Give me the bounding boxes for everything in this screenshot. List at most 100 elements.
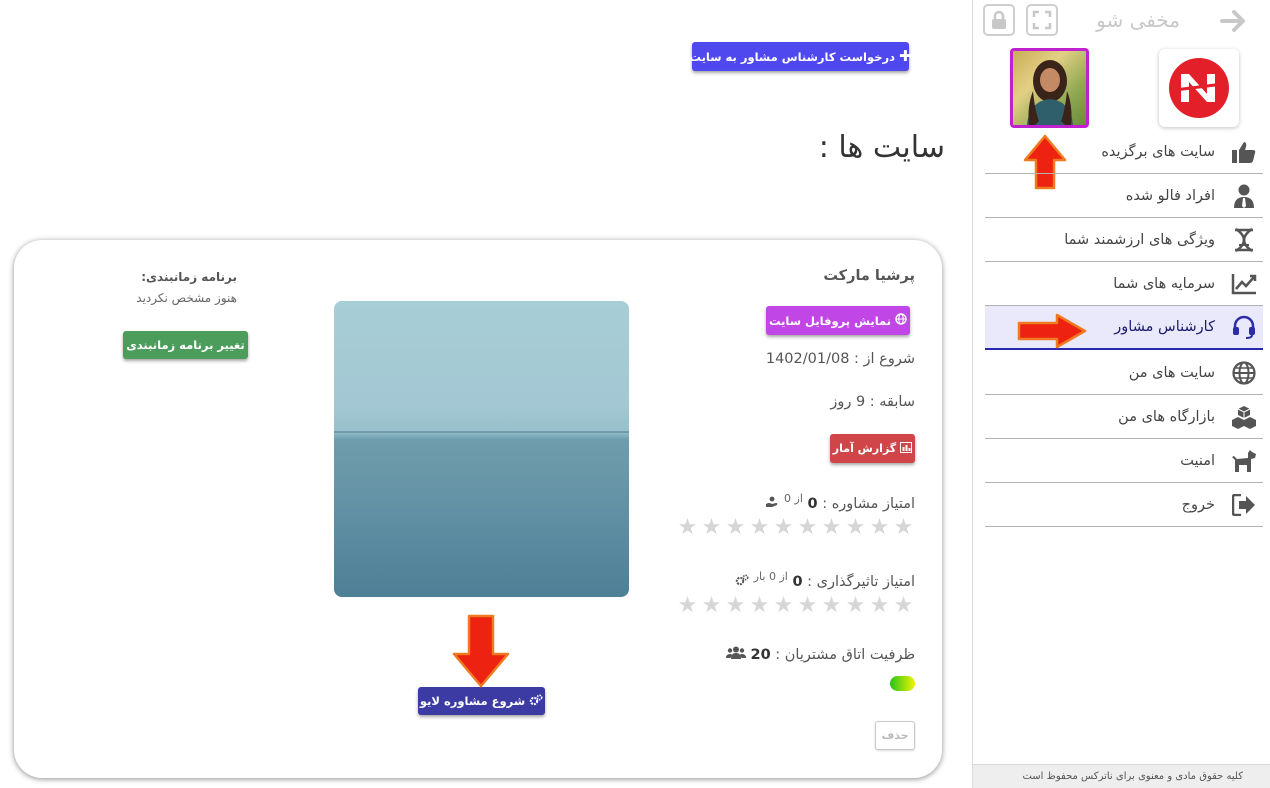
sidebar-item-label: ویژگی های ارزشمند شما: [1064, 231, 1215, 248]
brand-logo[interactable]: [1159, 49, 1239, 127]
sidebar-item-label: کارشناس مشاور: [1114, 319, 1215, 335]
sidebar-item-your-investments[interactable]: سرمایه های شما: [985, 262, 1263, 306]
online-status-indicator: [890, 676, 915, 691]
sidebar-item-label: امنیت: [1180, 452, 1215, 469]
capacity-value: 20: [750, 647, 771, 663]
sidebar-item-favorite-sites[interactable]: سایت های برگزیده: [985, 130, 1263, 174]
star-icon[interactable]: ★: [700, 517, 723, 539]
star-icon[interactable]: ★: [820, 595, 843, 617]
chart-line-icon: [1231, 271, 1257, 297]
star-icon[interactable]: ★: [724, 517, 747, 539]
star-icon[interactable]: ★: [676, 517, 699, 539]
chart-area-icon: [900, 441, 913, 456]
stats-report-button[interactable]: گزارش آمار: [830, 434, 915, 463]
consult-rating-stars[interactable]: ★ ★ ★ ★ ★ ★ ★ ★ ★ ★: [676, 517, 915, 539]
star-icon[interactable]: ★: [772, 517, 795, 539]
arrow-right-icon[interactable]: [1220, 7, 1248, 35]
annotation-arrow-right-icon: [1017, 313, 1087, 349]
star-icon[interactable]: ★: [844, 517, 867, 539]
tenure-row: سابقه : 9 روز: [830, 394, 915, 410]
natrex-logo-icon: [1169, 58, 1229, 118]
star-icon[interactable]: ★: [724, 595, 747, 617]
impact-score-value: 0: [792, 573, 803, 590]
schedule-value: هنوز مشخص نکردید: [136, 291, 237, 305]
show-profile-button[interactable]: نمایش پروفایل سایت: [766, 306, 910, 335]
sidebar-item-label: افراد فالو شده: [1125, 187, 1215, 204]
consult-score-row: امتیاز مشاوره : 0 از 0: [765, 492, 915, 512]
main-content: درخواست کارشناس مشاور به سایت ✚ سایت ها …: [0, 0, 972, 788]
sidebar-item-valuable-features[interactable]: ویژگی های ارزشمند شما: [985, 218, 1263, 262]
site-name: پرشیا مارکت: [823, 268, 915, 284]
sidebar-item-my-sites[interactable]: سایت های من: [985, 351, 1263, 395]
sidebar-item-followed-people[interactable]: افراد فالو شده: [985, 174, 1263, 218]
star-icon[interactable]: ★: [748, 517, 771, 539]
annotation-arrow-down-icon: [452, 614, 510, 688]
sidebar-item-security[interactable]: امنیت: [985, 439, 1263, 483]
stats-report-label: گزارش آمار: [832, 442, 897, 455]
sidebar-item-label: خروج: [1181, 496, 1215, 513]
profile-photo: [1027, 60, 1073, 125]
dna-icon: [1231, 227, 1257, 253]
site-card: پرشیا مارکت نمایش پروفایل سایت شروع از :…: [14, 240, 942, 778]
tenure-value: 9 روز: [830, 394, 866, 410]
user-tie-icon: [1231, 183, 1257, 209]
plus-icon: ✚: [899, 47, 912, 65]
avatar[interactable]: [1010, 48, 1089, 128]
change-schedule-label: تغییر برنامه زمانبندی: [126, 338, 245, 352]
star-icon[interactable]: ★: [748, 595, 771, 617]
sea-horizon: [334, 431, 629, 433]
hand-holding-icon: [765, 496, 779, 512]
cogs-icon: [735, 574, 749, 590]
fullscreen-button[interactable]: [1026, 4, 1058, 36]
capacity-row: ظرفیت اتاق مشتریان : 20: [725, 646, 915, 663]
site-image: [334, 301, 629, 597]
delete-label: حذف: [881, 729, 909, 742]
start-live-consult-button[interactable]: شروع مشاوره لایو: [418, 687, 545, 715]
star-icon[interactable]: ★: [772, 595, 795, 617]
star-icon[interactable]: ★: [892, 595, 915, 617]
star-icon[interactable]: ★: [796, 517, 819, 539]
dog-icon: [1231, 448, 1257, 474]
sidebar-item-logout[interactable]: خروج: [985, 483, 1263, 527]
request-consultant-button[interactable]: درخواست کارشناس مشاور به سایت ✚: [689, 42, 912, 71]
headset-icon: [1231, 314, 1257, 340]
lock-button[interactable]: [983, 4, 1015, 36]
start-date-value: 1402/01/08: [765, 351, 850, 367]
star-icon[interactable]: ★: [844, 595, 867, 617]
sidebar-item-label: سایت های من: [1128, 364, 1215, 381]
impact-score-of: از 0 بار: [753, 570, 788, 583]
consult-score-value: 0: [807, 495, 818, 512]
impact-rating-stars[interactable]: ★ ★ ★ ★ ★ ★ ★ ★ ★ ★: [676, 595, 915, 617]
tenure-label: سابقه :: [869, 394, 915, 410]
star-icon[interactable]: ★: [676, 595, 699, 617]
lock-icon: [992, 10, 1006, 29]
sidebar-item-my-marketplaces[interactable]: بازارگاه های من: [985, 395, 1263, 439]
start-date-label: شروع از :: [854, 351, 915, 367]
star-icon[interactable]: ★: [868, 595, 891, 617]
star-icon[interactable]: ★: [700, 595, 723, 617]
start-live-consult-label: شروع مشاوره لایو: [419, 694, 526, 708]
change-schedule-button[interactable]: تغییر برنامه زمانبندی: [123, 331, 248, 359]
cubes-icon: [1231, 404, 1257, 430]
consult-score-label: امتیاز مشاوره :: [822, 495, 915, 512]
impact-score-label: امتیاز تاثیرگذاری :: [807, 573, 915, 590]
hide-sidebar-label[interactable]: مخفی شو: [1096, 8, 1180, 32]
thumbs-up-icon: [1231, 139, 1257, 165]
start-date-row: شروع از : 1402/01/08: [766, 351, 915, 367]
impact-score-row: امتیاز تاثیرگذاری : 0 از 0 بار: [735, 570, 915, 590]
expand-icon: [1032, 10, 1052, 30]
copyright-footer: کلیه حقوق مادی و معنوی برای ناترکس محفوظ…: [973, 764, 1270, 788]
delete-button[interactable]: حذف: [875, 721, 915, 750]
sidebar-item-label: سایت های برگزیده: [1101, 143, 1215, 160]
star-icon[interactable]: ★: [820, 517, 843, 539]
globe-icon: [1231, 360, 1257, 386]
page-title: سایت ها :: [818, 130, 945, 165]
star-icon[interactable]: ★: [868, 517, 891, 539]
sidebar-item-label: بازارگاه های من: [1118, 408, 1215, 425]
show-profile-label: نمایش پروفایل سایت: [768, 313, 892, 328]
globe-icon: [895, 313, 907, 328]
star-icon[interactable]: ★: [796, 595, 819, 617]
star-icon[interactable]: ★: [892, 517, 915, 539]
consult-score-of: از 0: [784, 492, 803, 505]
cogs-icon: [529, 693, 543, 709]
